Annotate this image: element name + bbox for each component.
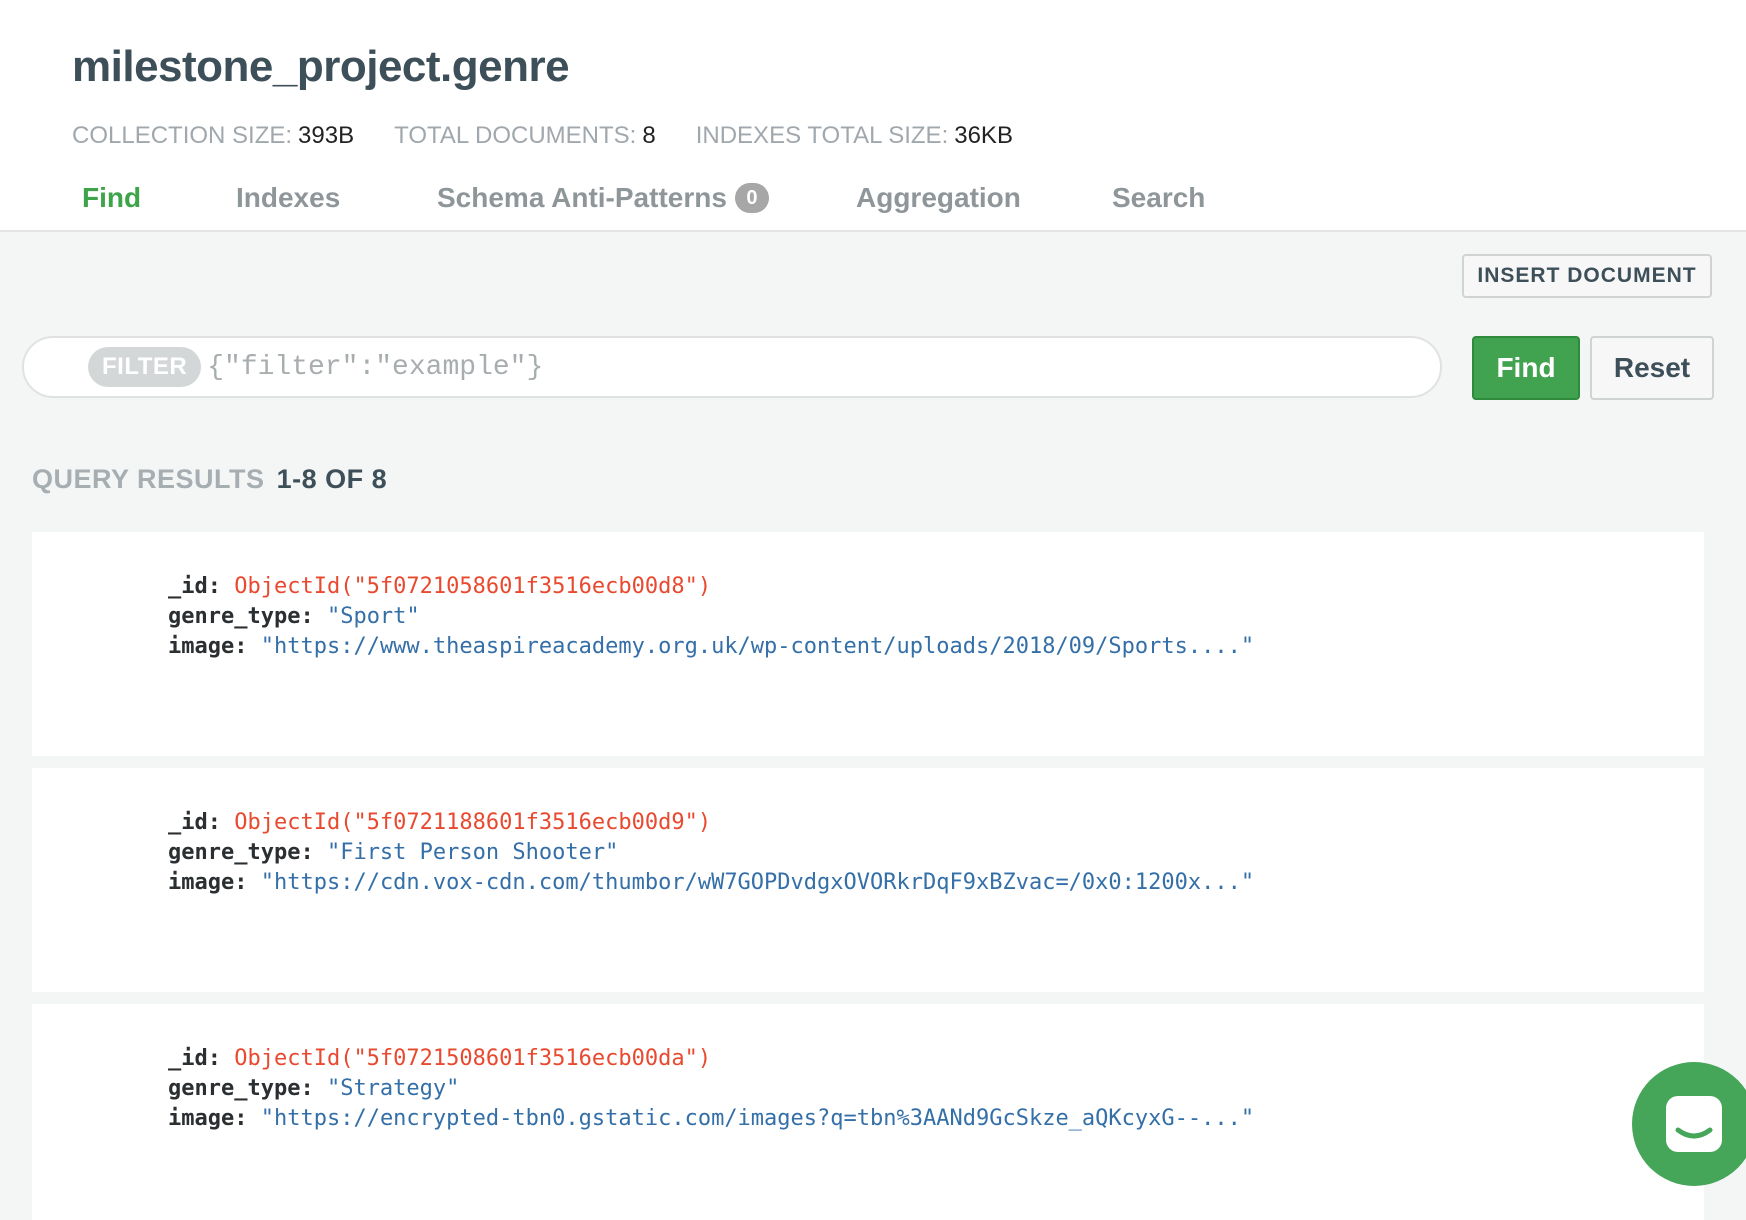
tab-aggregation[interactable]: Aggregation [856, 182, 1021, 214]
field-row: image: "https://www.theaspireacademy.org… [168, 632, 1704, 662]
stat-label: INDEXES TOTAL SIZE: [695, 122, 949, 149]
field-key: genre_type: [168, 1076, 314, 1101]
tab-label: Schema Anti-Patterns [437, 182, 727, 213]
count-badge: 0 [734, 183, 769, 213]
results-range: 1-8 OF 8 [276, 464, 388, 494]
page-title: milestone_project.genre [72, 42, 570, 91]
field-row: _id: ObjectId("5f0721508601f3516ecb00da"… [168, 1044, 1704, 1074]
field-key: image: [168, 870, 248, 895]
field-value: "First Person Shooter" [326, 840, 619, 865]
filter-input[interactable] [201, 338, 1440, 396]
insert-document-button[interactable]: INSERT DOCUMENT [1462, 254, 1712, 298]
field-key: genre_type: [168, 604, 314, 629]
stat-value: 36KB [954, 122, 1013, 149]
document-card[interactable]: _id: ObjectId("5f0721188601f3516ecb00d9"… [32, 768, 1704, 992]
chat-launcher-button[interactable] [1632, 1062, 1746, 1186]
chat-bubble-icon [1666, 1096, 1722, 1152]
field-value: "Strategy" [326, 1076, 460, 1101]
field-row: _id: ObjectId("5f0721188601f3516ecb00d9"… [168, 808, 1704, 838]
field-value: "https://www.theaspireacademy.org.uk/wp-… [260, 634, 1255, 659]
field-row: _id: ObjectId("5f0721058601f3516ecb00d8"… [168, 572, 1704, 602]
field-value: ObjectId("5f0721058601f3516ecb00d8") [234, 574, 712, 599]
document-card[interactable]: _id: ObjectId("5f0721058601f3516ecb00d8"… [32, 532, 1704, 756]
results-label: QUERY RESULTS [32, 464, 265, 494]
field-row: image: "https://encrypted-tbn0.gstatic.c… [168, 1104, 1704, 1134]
field-value: "https://encrypted-tbn0.gstatic.com/imag… [260, 1106, 1255, 1131]
field-key: _id: [168, 810, 221, 835]
stat-indexes-total-size: INDEXES TOTAL SIZE: 36KB [696, 122, 1013, 150]
stat-total-documents: TOTAL DOCUMENTS: 8 [394, 122, 656, 150]
field-row: image: "https://cdn.vox-cdn.com/thumbor/… [168, 868, 1704, 898]
stat-value: 8 [642, 122, 656, 149]
main-content: INSERT DOCUMENT FILTER Find Reset QUERY … [0, 232, 1746, 1220]
field-key: genre_type: [168, 840, 314, 865]
tab-search[interactable]: Search [1112, 182, 1205, 214]
tab-bar: Find Indexes Schema Anti-Patterns 0 Aggre… [0, 182, 1746, 232]
reset-button[interactable]: Reset [1590, 336, 1714, 400]
tab-schema-anti-patterns[interactable]: Schema Anti-Patterns 0 [437, 182, 769, 214]
field-key: _id: [168, 1046, 221, 1071]
field-value: ObjectId("5f0721508601f3516ecb00da") [234, 1046, 712, 1071]
tab-indexes[interactable]: Indexes [236, 182, 340, 214]
field-key: image: [168, 1106, 248, 1131]
tab-find[interactable]: Find [82, 182, 141, 214]
field-value: "Sport" [326, 604, 420, 629]
find-button[interactable]: Find [1472, 336, 1580, 400]
document-card[interactable]: _id: ObjectId("5f0721508601f3516ecb00da"… [32, 1004, 1704, 1220]
filter-label: FILTER [88, 347, 202, 387]
stat-label: COLLECTION SIZE: [72, 122, 293, 149]
field-key: image: [168, 634, 248, 659]
field-key: _id: [168, 574, 221, 599]
field-row: genre_type: "Strategy" [168, 1074, 1704, 1104]
field-row: genre_type: "First Person Shooter" [168, 838, 1704, 868]
stat-label: TOTAL DOCUMENTS: [394, 122, 637, 149]
field-row: genre_type: "Sport" [168, 602, 1704, 632]
field-value: ObjectId("5f0721188601f3516ecb00d9") [234, 810, 712, 835]
stat-value: 393B [298, 122, 355, 149]
stat-collection-size: COLLECTION SIZE: 393B [72, 122, 354, 150]
filter-bar: FILTER [22, 336, 1442, 398]
field-value: "https://cdn.vox-cdn.com/thumbor/wW7GOPD… [260, 870, 1255, 895]
collection-stats: COLLECTION SIZE: 393B TOTAL DOCUMENTS: 8 I… [72, 122, 1013, 150]
query-results-heading: QUERY RESULTS 1-8 OF 8 [32, 464, 387, 495]
collection-header: milestone_project.genre COLLECTION SIZE:… [0, 0, 1746, 232]
